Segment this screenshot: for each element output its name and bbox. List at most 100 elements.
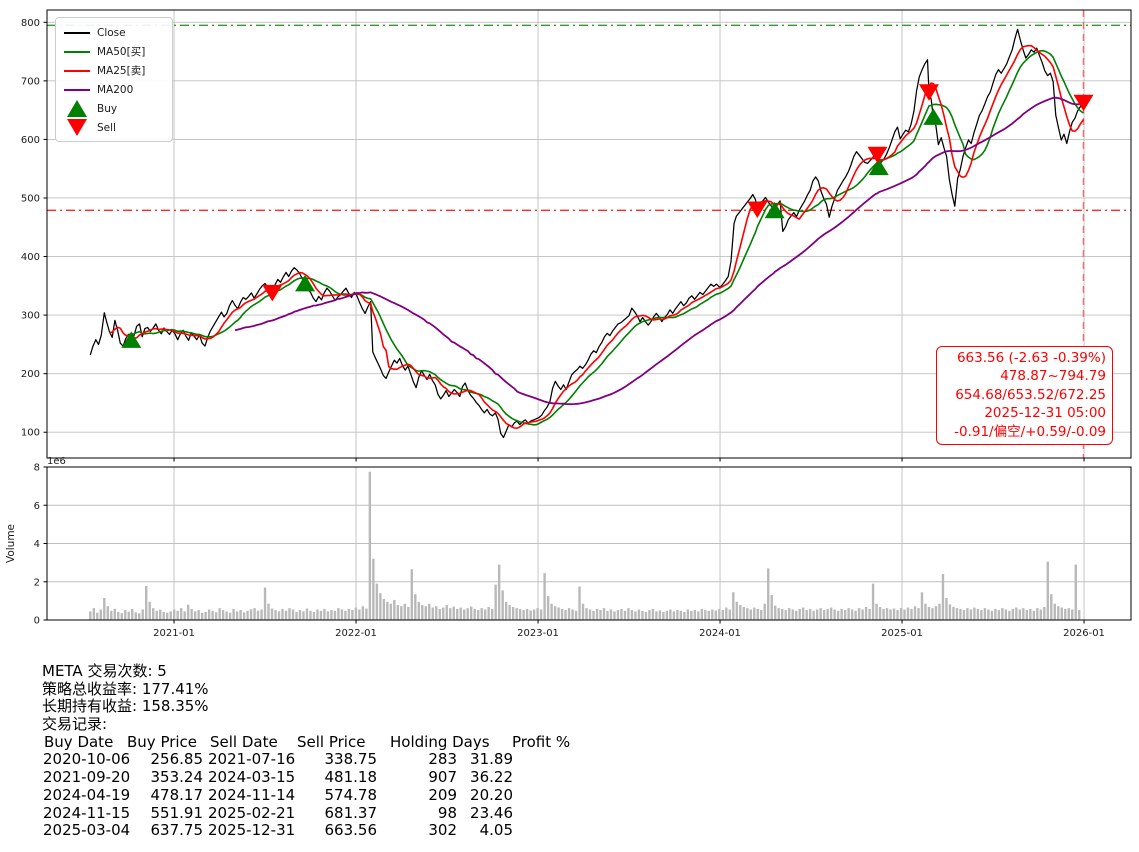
volume-bar — [246, 610, 249, 620]
volume-bar — [763, 603, 766, 620]
volume-bar — [760, 610, 763, 620]
volume-bar — [753, 607, 756, 620]
trade-cell: 551.91 — [150, 803, 204, 822]
volume-bar — [546, 596, 550, 620]
volume-bar — [141, 609, 144, 620]
volume-bar — [463, 609, 466, 620]
volume-bar — [361, 606, 365, 620]
volume-bar — [781, 608, 784, 620]
volume-bar — [228, 612, 232, 620]
volume-bar — [571, 609, 574, 620]
volume-bar — [913, 606, 917, 620]
volume-bar — [801, 607, 805, 620]
volume-bar — [819, 608, 822, 620]
volume-bar — [889, 609, 892, 620]
volume-bar — [470, 606, 473, 620]
volume-bar — [791, 609, 794, 620]
volume-bar — [274, 610, 277, 620]
volume-bar — [822, 610, 826, 620]
trade-cell: 353.24 — [150, 768, 204, 787]
volume-bar — [152, 608, 155, 620]
volume-bar — [256, 610, 260, 620]
volume-bar — [103, 598, 106, 620]
volume-bar — [602, 608, 606, 620]
volume-bar — [606, 610, 609, 620]
trade-col-header: Buy Price — [127, 732, 198, 751]
volume-bar — [581, 603, 585, 620]
volume-bar — [1001, 608, 1004, 620]
volume-bar — [260, 609, 263, 620]
volume-bar — [784, 610, 787, 620]
volume-offset-label: 1e6 — [47, 456, 66, 467]
volume-bar — [131, 608, 134, 620]
volume-bar — [1046, 561, 1049, 620]
legend-item-ma200: MA200 — [64, 80, 164, 99]
volume-bar — [592, 610, 595, 620]
volume-bar — [749, 609, 752, 620]
volume-bar — [941, 574, 945, 620]
volume-bar — [767, 568, 770, 620]
trade-table-header: Buy Date Buy Price Sell Date Sell Price Hold… — [42, 732, 642, 752]
volume-bar — [326, 611, 330, 620]
volume-bar — [435, 606, 438, 620]
volume-bar — [539, 609, 543, 620]
volume-bar — [200, 612, 204, 620]
trade-cell: 98 — [437, 803, 457, 822]
trade-cell: 574.78 — [324, 785, 378, 804]
volume-bar — [407, 606, 410, 620]
volume-bar — [690, 610, 693, 620]
volume-bar — [368, 471, 372, 620]
legend-item-ma25: MA25[卖] — [64, 61, 164, 80]
trade-cell: 302 — [428, 821, 457, 840]
volume-bar — [952, 606, 955, 620]
trade-record-row: 2024-11-15 551.91 2025-02-21 681.37 98 23.46 — [42, 803, 642, 823]
volume-bar — [599, 610, 602, 620]
volume-bar — [847, 608, 850, 620]
volume-bar — [564, 610, 567, 620]
sell-triangle-icon — [64, 119, 90, 136]
volume-bar — [148, 601, 151, 620]
volume-bar — [403, 603, 407, 620]
volume-bar — [1064, 608, 1067, 620]
volume-bar — [938, 603, 941, 620]
volume-bar — [518, 608, 522, 620]
volume-bar — [585, 608, 588, 620]
volume-bar — [159, 609, 162, 620]
trade-cell: 478.17 — [150, 785, 204, 804]
trade-col-header: Sell Price — [297, 732, 366, 751]
volume-bar — [525, 608, 529, 620]
annotation-signal: -0.91/偏空/+0.59/-0.09 — [954, 423, 1106, 440]
date-tick-label: 2023-01 — [517, 628, 559, 639]
volume-bar — [826, 608, 829, 620]
volume-bar — [424, 606, 427, 620]
volume-bar — [686, 609, 690, 620]
volume-bar — [861, 609, 864, 620]
price-tick-label: 600 — [21, 135, 40, 146]
volume-bar — [651, 608, 655, 620]
volume-bar — [959, 608, 962, 620]
price-tick-label: 500 — [21, 193, 40, 204]
volume-bar — [798, 608, 801, 620]
buy-hold-return-line: 长期持有收益: 158.35% — [42, 697, 209, 716]
volume-bar — [1004, 609, 1008, 620]
trade-cell: 907 — [428, 768, 457, 787]
trade-col-header: Profit % — [512, 732, 571, 751]
volume-bar — [990, 610, 994, 620]
volume-bar — [679, 610, 683, 620]
volume-bar — [438, 608, 441, 620]
volume-bar — [138, 613, 141, 620]
date-tick-label: 2024-01 — [699, 628, 741, 639]
strategy-return-line: 策略总收益率: 177.41% — [42, 679, 209, 698]
trade-cell: 481.18 — [324, 768, 378, 787]
legend-label: Buy — [97, 102, 118, 115]
volume-bar — [648, 610, 651, 620]
volume-bar — [288, 608, 291, 620]
volume-bar — [906, 607, 910, 620]
volume-bar — [721, 610, 725, 620]
volume-bar — [794, 610, 798, 620]
volume-bar — [700, 608, 704, 620]
volume-bar — [330, 610, 333, 620]
volume-bar — [459, 607, 462, 620]
volume-bar — [850, 609, 854, 620]
volume-bar — [1067, 608, 1070, 620]
